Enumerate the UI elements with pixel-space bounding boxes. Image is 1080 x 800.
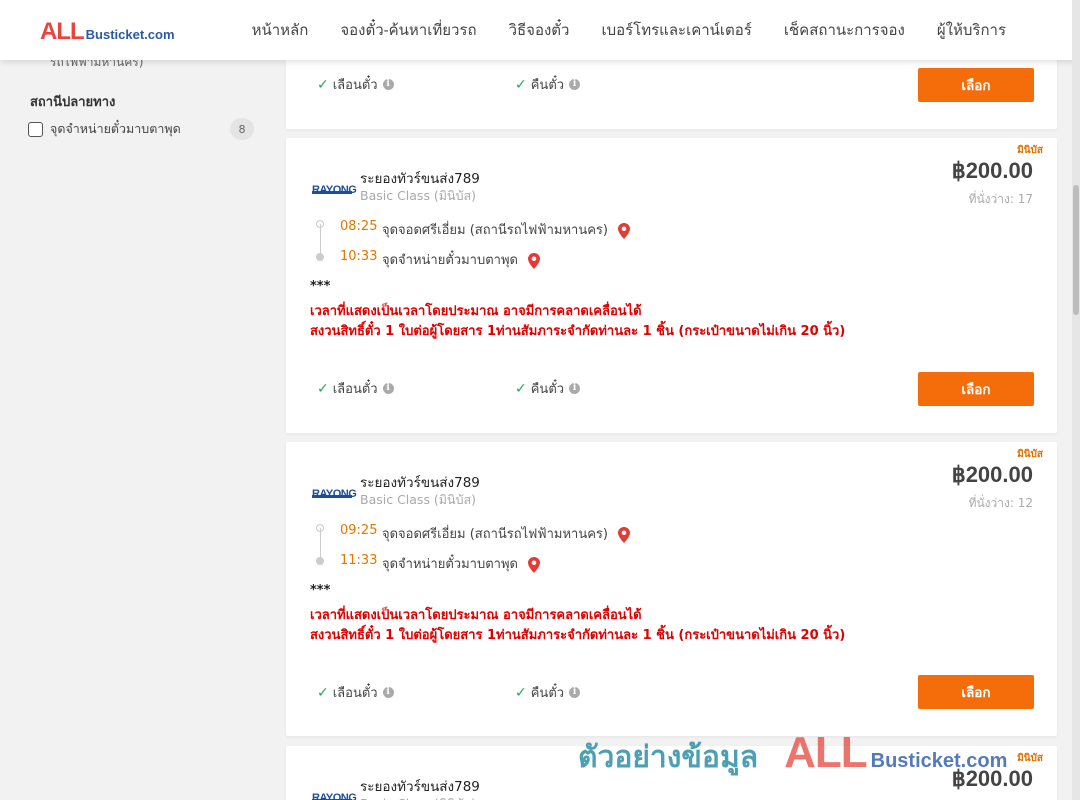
logo-brand-text: Busticket.com [85, 27, 175, 42]
depart-stop: จุดจอดศรีเอี่ยม (สถานีรถไฟฟ้ามหานคร) [382, 523, 631, 544]
depart-time: 08:25 [340, 219, 378, 234]
page-scrollbar-thumb[interactable] [1073, 185, 1079, 315]
feature-seat-label: เลือนตั๋ว [332, 382, 378, 397]
arrive-stop-label: จุดจำหน่ายตั๋วมาบตาพุด [382, 253, 518, 268]
nav-contact-counters[interactable]: เบอร์โทรและเคาน์เตอร์ [585, 18, 767, 42]
feature-seat: ✓ เลือนตั๋ว i [317, 378, 394, 399]
main-nav: หน้าหลัก จองตั๋ว-ค้นหาเที่ยวรถ วิธีจองตั… [236, 0, 1022, 60]
select-button[interactable]: เลือก [918, 675, 1034, 709]
operator-logo: RAYONG [312, 786, 357, 800]
feature-seat-label: เลือนตั๋ว [332, 686, 378, 701]
note-marker: *** [310, 583, 331, 598]
arrive-time: 11:33 [340, 553, 378, 568]
feature-refund: ✓ คืนตั๋ว i [515, 74, 581, 95]
top-header: ALL Busticket.com หน้าหลัก จองตั๋ว-ค้นหา… [0, 0, 1080, 60]
price: ฿200.00 [951, 462, 1033, 487]
note-luggage: สงวนสิทธิ์ตั๋ว 1 ใบต่อผู้โดยสาร 1ท่านสัม… [310, 324, 846, 339]
feature-refund: ✓ คืนตั๋ว i [515, 682, 581, 703]
depart-stop-label: จุดจอดศรีเอี่ยม (สถานีรถไฟฟ้ามหานคร) [382, 527, 608, 542]
destination-option-label: จุดจำหน่ายตั๋วมาบตาพุด [50, 121, 181, 136]
page-scrollbar[interactable] [1072, 0, 1080, 800]
info-icon[interactable]: i [569, 383, 581, 394]
info-icon[interactable]: i [382, 383, 394, 394]
info-icon[interactable]: i [569, 79, 581, 90]
bus-class: Basic Class (มินิบัส) [360, 794, 476, 800]
feature-seat-label: เลือนตั๋ว [332, 78, 378, 93]
check-icon: ✓ [317, 76, 329, 93]
destination-checkbox[interactable] [28, 121, 43, 137]
note-marker: *** [310, 279, 331, 294]
feature-refund: ✓ คืนตั๋ว i [515, 378, 581, 399]
trip-card: มินิบัส RAYONG ระยองทัวร์ขนส่ง789 Basic … [286, 138, 1057, 433]
select-button[interactable]: เลือก [918, 68, 1034, 102]
arrive-stop: จุดจำหน่ายตั๋วมาบตาพุด [382, 249, 541, 270]
arrive-stop: จุดจำหน่ายตั๋วมาบตาพุด [382, 553, 541, 574]
seats-available: ที่นั่งว่าง: 12 [968, 496, 1033, 510]
timeline-line [320, 224, 326, 254]
depart-stop: จุดจอดศรีเอี่ยม (สถานีรถไฟฟ้ามหานคร) [382, 219, 631, 240]
bus-type-badge: มินิบัส [1017, 753, 1043, 764]
bus-class: Basic Class (มินิบัส) [360, 188, 477, 203]
seats-available: ที่นั่งว่าง: 17 [968, 192, 1033, 206]
info-icon[interactable]: i [569, 687, 581, 698]
bus-type-badge: มินิบัส [1017, 449, 1043, 460]
map-pin-icon[interactable] [528, 556, 541, 573]
note-luggage: สงวนสิทธิ์ตั๋ว 1 ใบต่อผู้โดยสาร 1ท่านสัม… [310, 628, 846, 643]
trip-card: มินิบัส RAYONG ระยองทัวร์ขนส่ง789 Basic … [286, 442, 1057, 736]
check-icon: ✓ [515, 684, 527, 701]
watermark-logo-all: ALL [784, 728, 868, 777]
operator-logo-text: RAYONG [312, 488, 357, 500]
depart-stop-label: จุดจอดศรีเอี่ยม (สถานีรถไฟฟ้ามหานคร) [382, 223, 608, 238]
check-icon: ✓ [317, 380, 329, 397]
timeline-dot-end [316, 557, 324, 565]
logo-all-text: ALL [40, 18, 85, 45]
note-approx-time: เวลาที่แสดงเป็นเวลาโดยประมาณ อาจมีการคลา… [310, 608, 642, 623]
destination-option-count: 8 [230, 118, 254, 140]
info-icon[interactable]: i [382, 687, 394, 698]
check-icon: ✓ [317, 684, 329, 701]
select-button[interactable]: เลือก [918, 372, 1034, 406]
operator-logo: RAYONG [312, 482, 357, 500]
feature-refund-label: คืนตั๋ว [530, 686, 565, 701]
info-icon[interactable]: i [382, 79, 394, 90]
note-approx-time: เวลาที่แสดงเป็นเวลาโดยประมาณ อาจมีการคลา… [310, 304, 642, 319]
bus-type-badge: มินิบัส [1017, 145, 1043, 156]
bus-class: Basic Class (มินิบัส) [360, 492, 477, 507]
destination-option[interactable]: จุดจำหน่ายตั๋วมาบตาพุด 8 [28, 118, 254, 140]
operator-logo-text: RAYONG [312, 184, 357, 196]
price: ฿200.00 [951, 158, 1033, 183]
filter-sidebar: รถไฟฟ้ามหานคร) สถานีปลายทาง จุดจำหน่ายตั… [0, 0, 270, 800]
arrive-stop-label: จุดจำหน่ายตั๋วมาบตาพุด [382, 557, 518, 572]
feature-seat: ✓ เลือนตั๋ว i [317, 74, 394, 95]
timeline-line [320, 528, 326, 558]
operator-logo: RAYONG [312, 178, 357, 196]
map-pin-icon[interactable] [618, 222, 631, 239]
timeline-dot-end [316, 253, 324, 261]
nav-book-search[interactable]: จองตั๋ว-ค้นหาเที่ยวรถ [324, 18, 492, 42]
nav-home[interactable]: หน้าหลัก [236, 18, 325, 42]
check-icon: ✓ [515, 380, 527, 397]
check-icon: ✓ [515, 76, 527, 93]
destination-heading: สถานีปลายทาง [30, 95, 116, 110]
arrive-time: 10:33 [340, 249, 378, 264]
feature-refund-label: คืนตั๋ว [530, 78, 565, 93]
nav-how-to-book[interactable]: วิธีจองตั๋ว [493, 18, 586, 42]
feature-seat: ✓ เลือนตั๋ว i [317, 682, 394, 703]
sample-watermark: ตัวอย่างข้อมูล ALL Busticket.com [578, 728, 1007, 778]
map-pin-icon[interactable] [528, 252, 541, 269]
nav-check-booking[interactable]: เช็คสถานะการจอง [768, 18, 921, 42]
watermark-text: ตัวอย่างข้อมูล [578, 740, 759, 775]
site-logo[interactable]: ALL Busticket.com [40, 18, 175, 46]
map-pin-icon[interactable] [618, 526, 631, 543]
feature-refund-label: คืนตั๋ว [530, 382, 565, 397]
depart-time: 09:25 [340, 523, 378, 538]
watermark-logo-rest: Busticket.com [870, 750, 1008, 772]
nav-operators[interactable]: ผู้ให้บริการ [921, 18, 1022, 42]
